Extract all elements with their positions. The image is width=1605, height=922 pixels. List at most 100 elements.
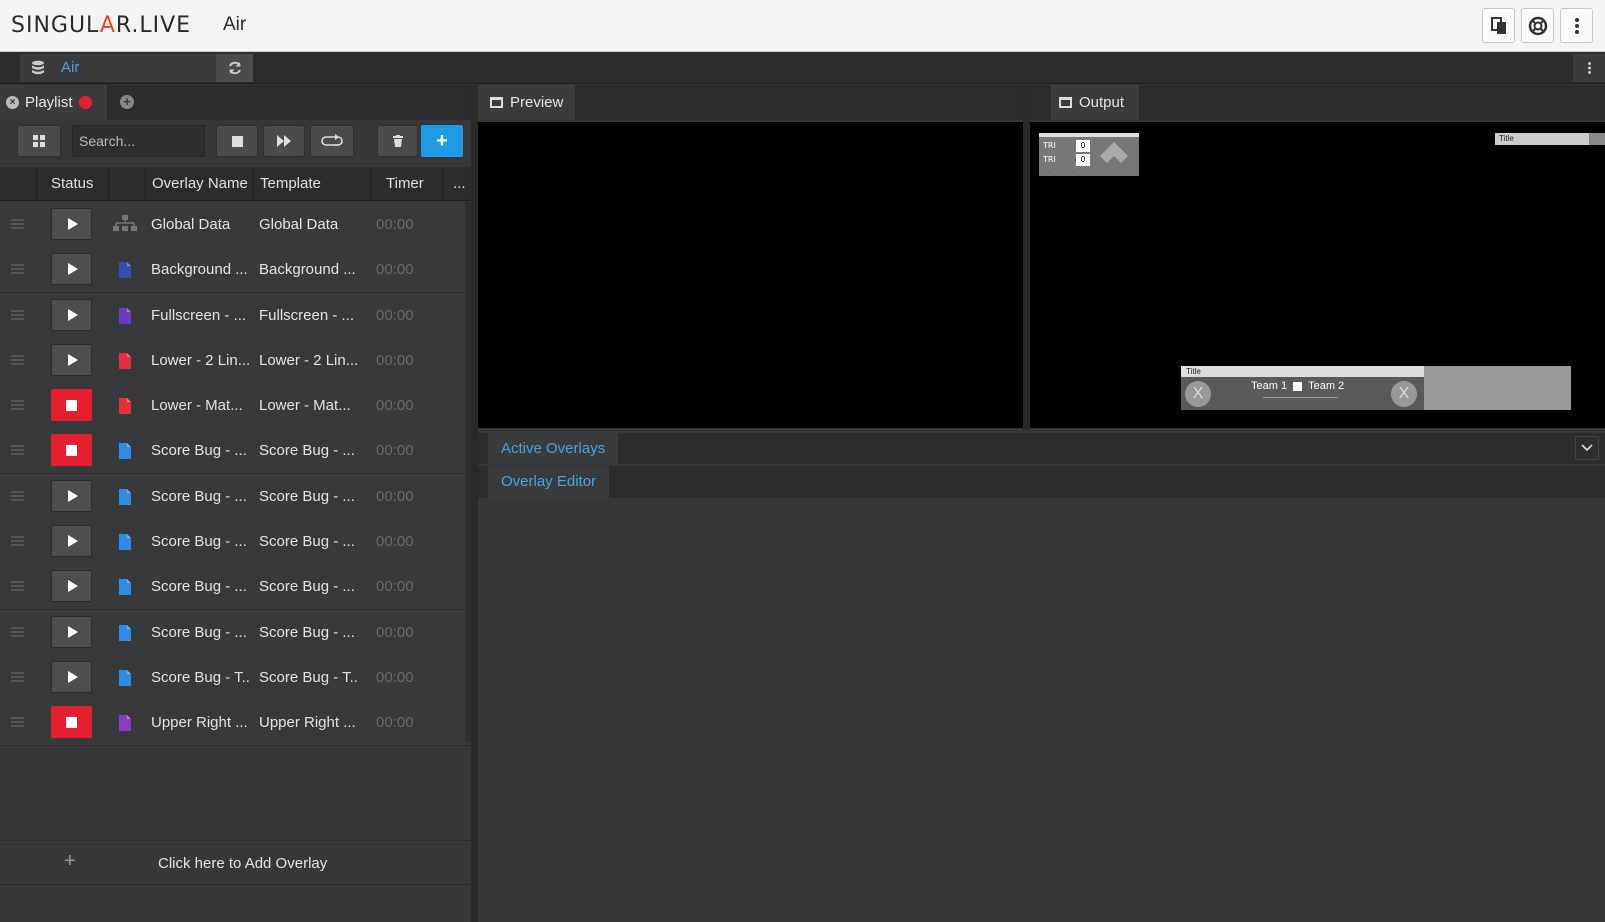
play-overlay-button[interactable] xyxy=(51,298,92,331)
file-icon xyxy=(119,669,131,686)
play-overlay-button[interactable] xyxy=(51,343,92,376)
overlay-name[interactable]: Upper Right ... xyxy=(151,700,251,745)
overlay-name[interactable]: Global Data xyxy=(151,202,251,247)
scorebug-graphic: TRI TRI 0 0 · ··· ·· xyxy=(1039,133,1139,176)
overlay-name[interactable]: Lower - 2 Lin... xyxy=(151,338,251,383)
file-icon xyxy=(119,307,131,324)
table-row[interactable]: Fullscreen - ... Fullscreen - ... 00:00 xyxy=(0,292,471,338)
table-row[interactable]: Score Bug - ... Score Bug - ... 00:00 xyxy=(0,519,471,565)
pane-divider[interactable] xyxy=(1023,85,1030,430)
plus-icon: + xyxy=(436,129,448,152)
more-vertical-icon[interactable] xyxy=(1573,54,1605,82)
overlay-name[interactable]: Score Bug - ... xyxy=(151,428,251,473)
stop-all-button[interactable] xyxy=(216,125,258,157)
overlay-name[interactable]: Score Bug - ... xyxy=(151,474,251,519)
singular-live-logo[interactable]: SINGULAR.LIVE xyxy=(11,13,191,38)
column-timer[interactable]: Timer xyxy=(370,167,442,201)
refresh-icon[interactable] xyxy=(216,54,253,82)
play-overlay-button[interactable] xyxy=(51,570,92,603)
preview-output-panel: Preview Output TRI TRI 0 0 · ··· ·· Titl… xyxy=(478,85,1605,922)
play-overlay-button[interactable] xyxy=(51,525,92,558)
overlay-name[interactable]: Score Bug - ... xyxy=(151,564,251,609)
loop-button[interactable] xyxy=(310,125,354,157)
drag-handle-icon[interactable] xyxy=(11,490,24,503)
column-template[interactable]: Template xyxy=(253,167,370,201)
playlist-table-header: Status Overlay Name Template Timer ... xyxy=(0,167,471,201)
play-overlay-button[interactable] xyxy=(51,479,92,512)
drag-handle-icon[interactable] xyxy=(11,400,24,412)
drag-handle-icon[interactable] xyxy=(11,536,24,548)
overlay-name[interactable]: Score Bug - ... xyxy=(151,519,251,564)
play-overlay-button[interactable] xyxy=(51,615,92,648)
database-icon[interactable] xyxy=(20,54,56,82)
drag-handle-icon[interactable] xyxy=(11,717,24,729)
overlay-name[interactable]: Lower - Mat... xyxy=(151,383,251,428)
drag-handle-icon[interactable] xyxy=(11,354,24,367)
source-name[interactable]: Air xyxy=(56,54,216,82)
table-row[interactable]: Score Bug - ... Score Bug - ... 00:00 xyxy=(0,564,471,610)
output-canvas[interactable]: TRI TRI 0 0 · ··· ·· Title Title X Team … xyxy=(1030,122,1605,428)
overlay-name[interactable]: Score Bug - T... xyxy=(151,655,251,700)
more-vertical-icon[interactable] xyxy=(1560,8,1593,43)
add-overlay-button[interactable]: + xyxy=(421,125,463,157)
overlay-name[interactable]: Fullscreen - ... xyxy=(151,293,251,338)
chevron-down-icon[interactable] xyxy=(1575,436,1599,460)
tab-active-overlays[interactable]: Active Overlays xyxy=(488,433,619,464)
lower-team1: Team 1 xyxy=(1251,380,1288,392)
table-row[interactable]: Lower - Mat... Lower - Mat... 00:00 xyxy=(0,383,471,429)
upper-right-title: Title xyxy=(1499,134,1514,143)
upper-right-title-graphic: Title xyxy=(1495,133,1605,145)
drag-handle-icon[interactable] xyxy=(11,264,24,276)
tab-preview[interactable]: Preview xyxy=(478,85,575,120)
add-tab-icon[interactable]: + xyxy=(120,95,134,109)
close-icon[interactable]: × xyxy=(6,96,19,109)
table-row[interactable]: Score Bug - T... Score Bug - T... 00:00 xyxy=(0,654,471,701)
table-row[interactable]: Background ... Background ... 00:00 xyxy=(0,247,471,293)
tab-output[interactable]: Output xyxy=(1051,85,1139,120)
overlay-name[interactable]: Background ... xyxy=(151,247,251,292)
play-icon xyxy=(68,535,78,548)
copy-icon[interactable] xyxy=(1482,8,1515,43)
stop-overlay-button[interactable] xyxy=(51,434,92,467)
play-overlay-button[interactable] xyxy=(51,660,92,693)
column-more[interactable]: ... xyxy=(442,167,471,201)
table-row[interactable]: Global Data Global Data 00:00 xyxy=(0,202,471,248)
column-overlay-name[interactable]: Overlay Name xyxy=(145,167,253,201)
search-input[interactable] xyxy=(72,125,205,157)
drag-handle-icon[interactable] xyxy=(11,671,24,684)
table-row[interactable]: Lower - 2 Lin... Lower - 2 Lin... 00:00 xyxy=(0,337,471,384)
column-status[interactable]: Status xyxy=(36,167,108,201)
drag-handle-icon[interactable] xyxy=(11,581,24,593)
delete-button[interactable] xyxy=(377,125,418,157)
next-button[interactable] xyxy=(263,125,305,157)
overlay-name[interactable]: Score Bug - ... xyxy=(151,610,251,655)
table-row[interactable]: Upper Right ... Upper Right ... 00:00 xyxy=(0,700,471,746)
table-row[interactable]: Score Bug - ... Score Bug - ... 00:00 xyxy=(0,428,471,474)
drag-handle-icon[interactable] xyxy=(11,309,24,322)
playlist-scrollbar[interactable] xyxy=(465,202,471,742)
lower-third-graphic: Title X Team 1 Team 2 X xyxy=(1181,366,1571,410)
drag-handle-icon[interactable] xyxy=(11,626,24,639)
stop-overlay-button[interactable] xyxy=(51,706,92,739)
preview-canvas[interactable] xyxy=(478,122,1023,428)
template-name: Upper Right ... xyxy=(259,714,356,732)
overlay-timer: 00:00 xyxy=(376,216,414,233)
table-row[interactable]: Score Bug - ... Score Bug - ... 00:00 xyxy=(0,609,471,655)
template-name: Score Bug - ... xyxy=(259,533,355,551)
play-overlay-button[interactable] xyxy=(51,208,92,240)
drag-handle-icon[interactable] xyxy=(11,445,24,457)
lower-teams: Team 1 Team 2 xyxy=(1251,380,1344,392)
top-header: SINGULAR.LIVE Air xyxy=(0,0,1605,52)
table-row[interactable]: Score Bug - ... Score Bug - ... 00:00 xyxy=(0,473,471,520)
stop-overlay-button[interactable] xyxy=(51,389,92,422)
add-overlay-row[interactable]: + Click here to Add Overlay xyxy=(0,840,471,885)
team2-logo-icon: X xyxy=(1391,381,1417,407)
overlay-timer: 00:00 xyxy=(376,306,414,324)
drag-handle-icon[interactable] xyxy=(11,219,24,231)
tab-overlay-editor[interactable]: Overlay Editor xyxy=(488,466,610,498)
tab-playlist[interactable]: × Playlist xyxy=(0,85,107,120)
help-lifebuoy-icon[interactable] xyxy=(1521,8,1554,43)
grid-view-button[interactable] xyxy=(17,125,61,157)
preview-tab-label: Preview xyxy=(510,94,564,111)
play-overlay-button[interactable] xyxy=(51,253,92,286)
